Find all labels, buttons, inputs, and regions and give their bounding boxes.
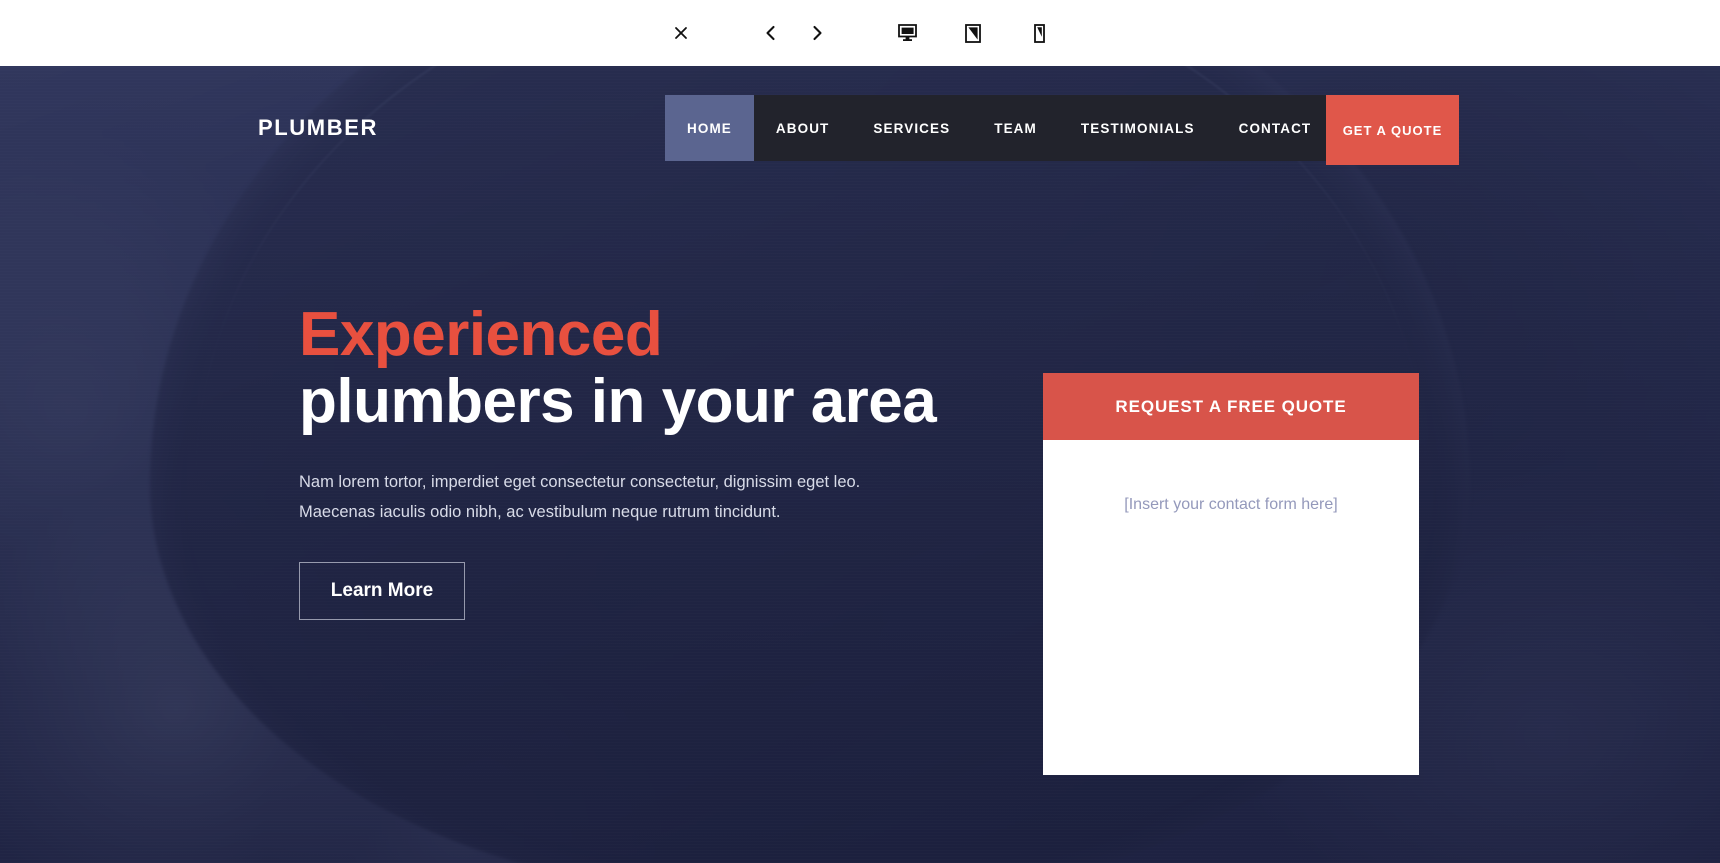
request-quote-card: REQUEST A FREE QUOTE [Insert your contac… [1043, 373, 1419, 775]
tablet-icon[interactable] [950, 10, 996, 56]
learn-more-label: Learn More [330, 579, 434, 601]
nav-menu: HOME ABOUT SERVICES TEAM TESTIMONIALS CO… [665, 95, 1390, 161]
nav-item-label: CONTACT [1238, 120, 1312, 136]
back-icon[interactable] [748, 10, 794, 56]
nav-item-testimonials[interactable]: TESTIMONIALS [1059, 95, 1217, 161]
preview-toolbar [0, 0, 1720, 66]
learn-more-button[interactable]: Learn More [299, 561, 465, 620]
site-logo[interactable]: PLUMBER [258, 95, 378, 161]
desktop-icon[interactable] [884, 10, 930, 56]
forward-icon[interactable] [794, 10, 840, 56]
nav-item-about[interactable]: ABOUT [754, 95, 852, 161]
hero-paragraph-line-1: Nam lorem tortor, imperdiet eget consect… [299, 472, 861, 491]
mobile-icon[interactable] [1016, 10, 1062, 56]
hero-headline: Experienced plumbers in your area [299, 300, 939, 436]
nav-item-label: ABOUT [775, 120, 830, 136]
hero-paragraph-line-2: Maecenas iaculis odio nibh, ac vestibulu… [299, 503, 781, 522]
get-a-quote-label: GET A QUOTE [1342, 122, 1443, 138]
get-a-quote-button[interactable]: GET A QUOTE [1326, 95, 1459, 165]
nav-item-label: TEAM [994, 120, 1037, 136]
nav-item-team[interactable]: TEAM [972, 95, 1059, 161]
nav-item-home[interactable]: HOME [665, 95, 754, 161]
hero-content: Experienced plumbers in your area Nam lo… [299, 300, 939, 620]
nav-item-label: SERVICES [873, 120, 951, 136]
nav-item-label: HOME [687, 120, 732, 136]
site-navigation: PLUMBER HOME ABOUT SERVICES TEAM TESTIMO… [0, 95, 1720, 165]
hero-headline-rest: plumbers in your area [299, 366, 937, 436]
hero-section: PLUMBER HOME ABOUT SERVICES TEAM TESTIMO… [0, 66, 1720, 863]
request-quote-title: REQUEST A FREE QUOTE [1043, 373, 1419, 440]
nav-item-contact[interactable]: CONTACT [1217, 95, 1334, 161]
request-quote-body: [Insert your contact form here] [1043, 440, 1419, 775]
contact-form-placeholder: [Insert your contact form here] [1124, 496, 1338, 513]
nav-item-services[interactable]: SERVICES [851, 95, 972, 161]
hero-headline-accent: Experienced [299, 300, 663, 369]
close-icon[interactable] [658, 10, 704, 56]
nav-item-label: TESTIMONIALS [1080, 120, 1195, 136]
hero-paragraph: Nam lorem tortor, imperdiet eget consect… [299, 467, 939, 528]
